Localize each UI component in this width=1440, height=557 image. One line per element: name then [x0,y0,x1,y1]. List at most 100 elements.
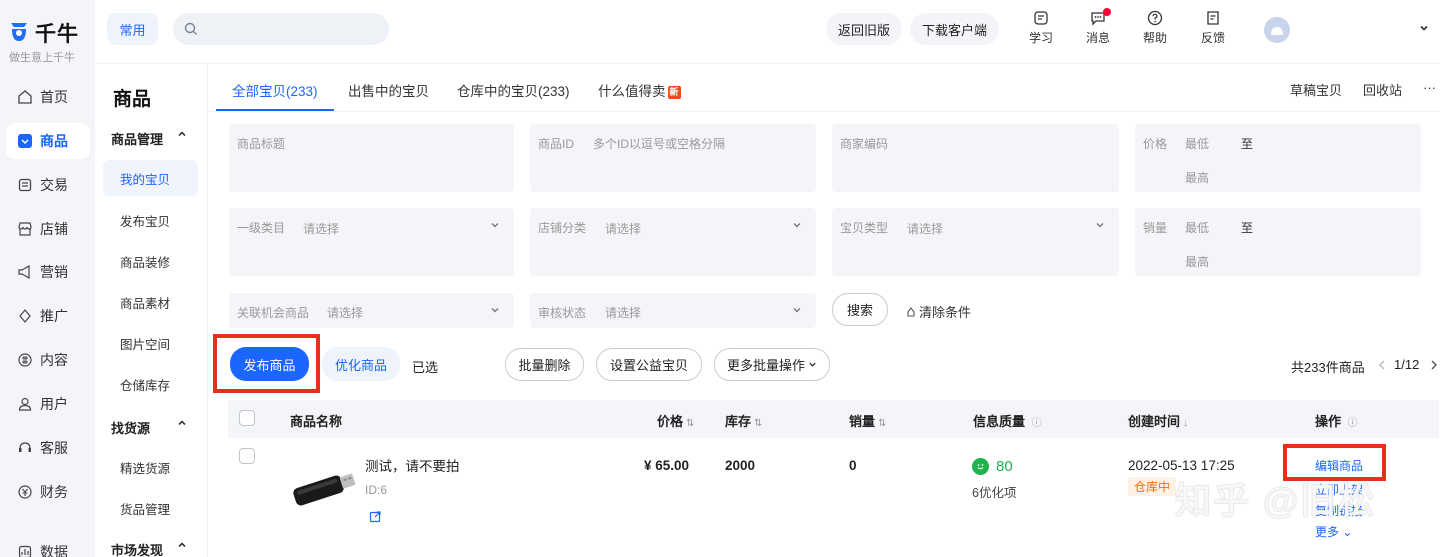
rail-label: 营销 [40,264,68,280]
clear-filters-button[interactable]: 清除条件 [905,302,971,321]
unread-dot [1103,8,1111,16]
product-thumbnail[interactable] [287,463,359,513]
common-button[interactable]: 常用 [107,13,158,45]
rail-label: 商品 [40,133,68,149]
rail-item-user[interactable]: 用户 [6,386,90,422]
return-old-version-button[interactable]: 返回旧版 [826,13,902,45]
more-batch-ops-button[interactable]: 更多批量操作 [714,348,830,381]
rail-item-service[interactable]: 客服 [6,430,90,466]
tool-feedback[interactable]: 反馈 [1193,10,1233,46]
merchant-code-filter-input[interactable]: 商家编码 [832,124,1119,192]
rail-item-shop[interactable]: 店铺 [6,211,90,247]
subnav-item-curated-sources[interactable]: 精选货源 [103,449,198,485]
item-id-filter-input[interactable]: 商品ID 多个ID以逗号或空格分隔 [530,124,816,192]
new-badge: 新 [667,86,681,99]
more-ops-link[interactable]: 更多 ⌄ [1315,523,1352,540]
sales-max-input[interactable]: 最高 [1185,253,1209,270]
chevron-down-icon [809,362,816,367]
row-checkbox[interactable] [239,448,255,464]
shop-category-select[interactable]: 店铺分类 请选择 [530,208,816,276]
quality-tip[interactable]: 6优化项 [972,482,1016,501]
rail-label: 内容 [40,352,68,368]
product-name-link[interactable]: 测试，请不要拍 [365,455,460,475]
recycle-bin-link[interactable]: 回收站 [1363,80,1402,99]
sales-min-input[interactable]: 最低 [1185,219,1209,236]
subnav-group-goods-manage[interactable]: 商品管理 [111,129,201,148]
share-icon[interactable] [369,510,382,523]
sales-range-filter[interactable]: 销量 最低 至 最高 [1135,208,1421,276]
tab-worth-selling[interactable]: 什么值得卖新 [598,80,681,100]
subnav-item-goods-manage[interactable]: 货品管理 [103,490,198,526]
related-opportunity-select[interactable]: 关联机会商品 请选择 [229,293,514,328]
subnav-item-decor[interactable]: 商品装修 [103,243,198,279]
subnav-item-materials[interactable]: 商品素材 [103,284,198,320]
more-options-icon[interactable]: ··· [1423,80,1436,95]
subnav-group-market[interactable]: 市场发现 [111,540,201,557]
set-charity-button[interactable]: 设置公益宝贝 [596,348,702,381]
rail-item-goods[interactable]: 商品 [6,123,90,159]
subnav-item-image-space[interactable]: 图片空间 [103,325,198,361]
brand-logo[interactable]: 千牛 [9,18,79,48]
status-badge: 仓库中 [1128,477,1177,496]
rail-item-home[interactable]: 首页 [6,79,90,115]
account-chevron-down-icon[interactable] [1418,22,1430,34]
subnav-item-publish[interactable]: 发布宝贝 [103,202,198,238]
active-tab-indicator [216,109,334,111]
product-stock[interactable]: 2000 [725,458,755,473]
created-time: 2022-05-13 17:25 [1128,458,1235,473]
col-sales[interactable]: 销量 ⇅ [849,411,886,430]
subnav-item-my-items[interactable]: 我的宝贝 [103,160,198,196]
qianniu-logo-icon [9,21,31,45]
rail-item-finance[interactable]: 财务 [6,474,90,510]
next-page-icon[interactable] [1430,360,1438,370]
price-range-filter[interactable]: 价格 最低 至 最高 [1135,124,1421,192]
col-stock[interactable]: 库存 ⇅ [725,411,762,430]
price-min-input[interactable]: 最低 [1185,135,1209,152]
rail-item-data[interactable]: 数据 [6,534,90,557]
page-indicator: 1/12 [1394,357,1420,372]
quality-score[interactable]: 80 [972,458,1013,475]
tool-learn[interactable]: 学习 [1021,10,1061,46]
col-created[interactable]: 创建时间 ↓ [1128,411,1188,430]
col-label: 价格 [657,414,684,429]
tool-message[interactable]: 消息 [1078,8,1118,46]
rail-item-content[interactable]: 内容 [6,342,90,378]
item-tabs: 全部宝贝(233) 出售中的宝贝 仓库中的宝贝(233) 什么值得卖新 草稿宝贝… [209,64,1440,112]
col-price[interactable]: 价格 ⇅ [657,411,694,430]
tool-help[interactable]: 帮助 [1135,10,1175,46]
user-avatar[interactable] [1264,17,1290,43]
optimize-item-button[interactable]: 优化商品 [322,347,400,381]
audit-status-select[interactable]: 审核状态 请选择 [530,293,816,328]
col-label: 创建时间 [1128,414,1181,429]
group-label: 商品管理 [111,132,164,147]
global-search-input[interactable] [173,13,389,45]
draft-items-link[interactable]: 草稿宝贝 [1290,80,1342,99]
subnav-item-inventory[interactable]: 仓储库存 [103,366,198,402]
goods-icon [18,134,32,148]
tab-all-items[interactable]: 全部宝贝(233) [232,80,318,100]
total-count-label: 共233件商品 [1291,360,1365,375]
title-filter-input[interactable]: 商品标题 [229,124,514,192]
batch-delete-button[interactable]: 批量删除 [505,348,584,381]
item-type-select[interactable]: 宝贝类型 请选择 [832,208,1119,276]
info-icon[interactable]: ⓘ [1348,418,1358,429]
rail-label: 店铺 [40,221,68,237]
tool-label: 反馈 [1200,31,1225,45]
category-select[interactable]: 一级类目 请选择 [229,208,514,276]
product-price: ¥ 65.00 [644,458,690,473]
price-max-input[interactable]: 最高 [1185,169,1209,186]
rail-label: 客服 [40,440,68,456]
prev-page-icon[interactable] [1378,360,1386,370]
select-all-checkbox[interactable] [239,410,255,426]
tab-on-sale[interactable]: 出售中的宝贝 [348,80,429,100]
info-icon[interactable]: ⓘ [1032,418,1042,429]
rail-item-marketing[interactable]: 营销 [6,254,90,290]
subnav-group-sourcing[interactable]: 找货源 [111,418,201,437]
rail-item-trade[interactable]: 交易 [6,167,90,203]
rail-item-promote[interactable]: 推广 [6,298,90,334]
tab-in-warehouse[interactable]: 仓库中的宝贝(233) [457,80,570,100]
field-label: 商品标题 [237,137,286,151]
search-button[interactable]: 搜索 [832,293,888,326]
download-client-button[interactable]: 下载客户端 [910,13,999,45]
rail-label: 推广 [40,308,68,324]
